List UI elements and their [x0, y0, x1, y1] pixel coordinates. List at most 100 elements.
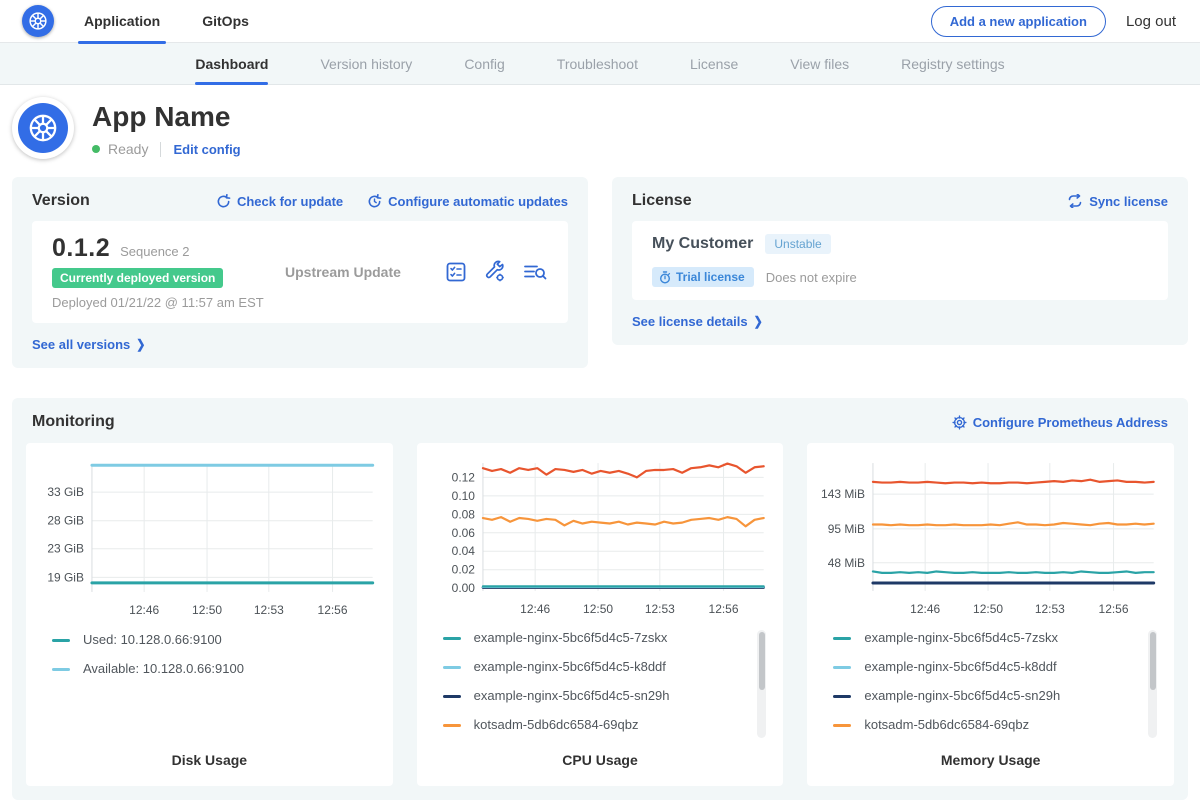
legend-label: example-nginx-5bc6f5d4c5-7zskx [864, 630, 1058, 646]
cpu-usage-title: CPU Usage [431, 746, 770, 776]
legend-scrollbar-thumb[interactable] [759, 632, 765, 690]
upstream-update-label: Upstream Update [257, 264, 444, 280]
svg-text:12:53: 12:53 [645, 602, 675, 616]
subnav-item-config[interactable]: Config [464, 43, 504, 84]
see-all-versions-link[interactable]: See all versions ❯ [32, 337, 146, 352]
svg-text:12:50: 12:50 [583, 602, 613, 616]
legend-swatch [833, 637, 851, 640]
svg-text:0.12: 0.12 [451, 470, 475, 484]
divider [160, 142, 161, 157]
svg-text:95 MiB: 95 MiB [828, 522, 865, 536]
version-card-title: Version [32, 192, 90, 210]
config-wrench-icon[interactable] [483, 260, 507, 284]
gear-icon [952, 415, 967, 430]
current-version-card: 0.1.2 Sequence 2 Currently deployed vers… [32, 221, 568, 323]
svg-text:12:50: 12:50 [973, 602, 1003, 616]
charts-row: 12:4612:5012:5312:5633 GiB28 GiB23 GiB19… [26, 443, 1174, 786]
svg-text:12:56: 12:56 [708, 602, 738, 616]
sequence-label: Sequence 2 [120, 244, 189, 259]
top-tabs: Application GitOps [84, 0, 291, 43]
legend-label: kotsadm-5db6dc6584-69qbz [474, 717, 639, 733]
ready-status-dot [92, 145, 100, 153]
legend-item: kotsadm-5db6dc6584-69qbz [833, 717, 1138, 733]
license-card: License Sync license My Customer Unstabl… [612, 177, 1188, 345]
svg-text:0.00: 0.00 [451, 581, 475, 595]
disk-usage-card: 12:4612:5012:5312:5633 GiB28 GiB23 GiB19… [26, 443, 393, 786]
refresh-icon [216, 194, 231, 209]
currently-deployed-badge: Currently deployed version [52, 268, 223, 288]
svg-text:12:46: 12:46 [129, 603, 159, 617]
sync-arrows-icon [1067, 194, 1083, 208]
edit-config-link[interactable]: Edit config [173, 142, 240, 157]
legend-item: example-nginx-5bc6f5d4c5-k8ddf [443, 659, 748, 675]
legend-item: example-nginx-5bc6f5d4c5-7zskx [443, 630, 748, 646]
svg-text:12:53: 12:53 [254, 603, 284, 617]
svg-text:12:46: 12:46 [520, 602, 550, 616]
subnav-item-version-history[interactable]: Version history [320, 43, 412, 84]
legend-swatch [443, 695, 461, 698]
top-navbar: ApplicationGitOps Add a new application … [0, 0, 1200, 43]
subnav-item-license[interactable]: License [690, 43, 738, 84]
check-for-update-link[interactable]: Check for update [216, 194, 343, 209]
subnav-item-registry-settings[interactable]: Registry settings [901, 43, 1004, 84]
svg-text:23 GiB: 23 GiB [47, 542, 84, 556]
disk-usage-title: Disk Usage [40, 746, 379, 776]
top-tab-gitops[interactable]: GitOps [202, 0, 249, 43]
preflight-checks-icon[interactable] [444, 260, 468, 284]
memory-usage-card: 12:4612:5012:5312:56143 MiB95 MiB48 MiBe… [807, 443, 1174, 786]
svg-text:12:46: 12:46 [911, 602, 941, 616]
legend-swatch [443, 637, 461, 640]
svg-text:28 GiB: 28 GiB [47, 514, 84, 528]
chevron-right-icon: ❯ [136, 337, 145, 352]
legend-item: example-nginx-5bc6f5d4c5-k8ddf [833, 659, 1138, 675]
license-details-card: My Customer Unstable Trial license Does … [632, 221, 1168, 300]
auto-update-clock-icon [367, 194, 382, 209]
legend-swatch [833, 666, 851, 669]
trial-license-badge: Trial license [652, 267, 754, 287]
legend-scrollbar-thumb[interactable] [1150, 632, 1156, 690]
legend-swatch [833, 724, 851, 727]
legend-item: example-nginx-5bc6f5d4c5-7zskx [833, 630, 1138, 646]
legend-swatch [52, 639, 70, 642]
configure-prometheus-link[interactable]: Configure Prometheus Address [952, 415, 1168, 430]
legend-label: kotsadm-5db6dc6584-69qbz [864, 717, 1029, 733]
configure-automatic-updates-link[interactable]: Configure automatic updates [367, 194, 568, 209]
app-header: App Name Ready Edit config [0, 85, 1200, 175]
legend-item: example-nginx-5bc6f5d4c5-sn29h [833, 688, 1138, 704]
monitoring-section: Monitoring Configure Prometheus Address … [12, 398, 1188, 800]
subnav-item-dashboard[interactable]: Dashboard [195, 43, 268, 84]
logout-button[interactable]: Log out [1126, 13, 1176, 30]
see-license-details-link[interactable]: See license details ❯ [632, 314, 763, 329]
cpu-usage-legend: example-nginx-5bc6f5d4c5-7zskx example-ng… [431, 630, 770, 746]
svg-text:48 MiB: 48 MiB [828, 556, 865, 570]
version-number: 0.1.2 [52, 234, 110, 263]
legend-label: example-nginx-5bc6f5d4c5-k8ddf [864, 659, 1056, 675]
legend-label: example-nginx-5bc6f5d4c5-sn29h [864, 688, 1060, 704]
legend-scrollbar-track [1148, 630, 1157, 738]
subnav-item-view-files[interactable]: View files [790, 43, 849, 84]
memory-usage-legend: example-nginx-5bc6f5d4c5-7zskx example-ng… [821, 630, 1160, 746]
kubernetes-app-icon [18, 103, 68, 153]
top-tab-application[interactable]: Application [84, 0, 160, 43]
add-new-application-button[interactable]: Add a new application [931, 6, 1106, 37]
svg-text:12:50: 12:50 [192, 603, 222, 617]
memory-usage-chart: 12:4612:5012:5312:56143 MiB95 MiB48 MiB [821, 455, 1160, 620]
app-avatar [12, 97, 74, 159]
svg-text:0.06: 0.06 [451, 526, 475, 540]
kubernetes-logo-icon [22, 5, 54, 37]
deploy-logs-icon[interactable] [522, 260, 548, 284]
svg-text:143 MiB: 143 MiB [821, 487, 865, 501]
disk-usage-legend: Used: 10.128.0.66:9100Available: 10.128.… [40, 632, 379, 746]
sync-license-link[interactable]: Sync license [1067, 194, 1168, 209]
legend-swatch [833, 695, 851, 698]
subnav-item-troubleshoot[interactable]: Troubleshoot [557, 43, 638, 84]
svg-text:12:56: 12:56 [1099, 602, 1129, 616]
page-title: App Name [92, 101, 241, 133]
legend-item: kotsadm-5db6dc6584-69qbz [443, 717, 748, 733]
legend-swatch [443, 666, 461, 669]
cpu-usage-card: 12:4612:5012:5312:560.120.100.080.060.04… [417, 443, 784, 786]
svg-text:0.10: 0.10 [451, 489, 475, 503]
legend-label: example-nginx-5bc6f5d4c5-sn29h [474, 688, 670, 704]
channel-badge: Unstable [765, 234, 830, 254]
disk-usage-chart: 12:4612:5012:5312:5633 GiB28 GiB23 GiB19… [40, 455, 379, 622]
